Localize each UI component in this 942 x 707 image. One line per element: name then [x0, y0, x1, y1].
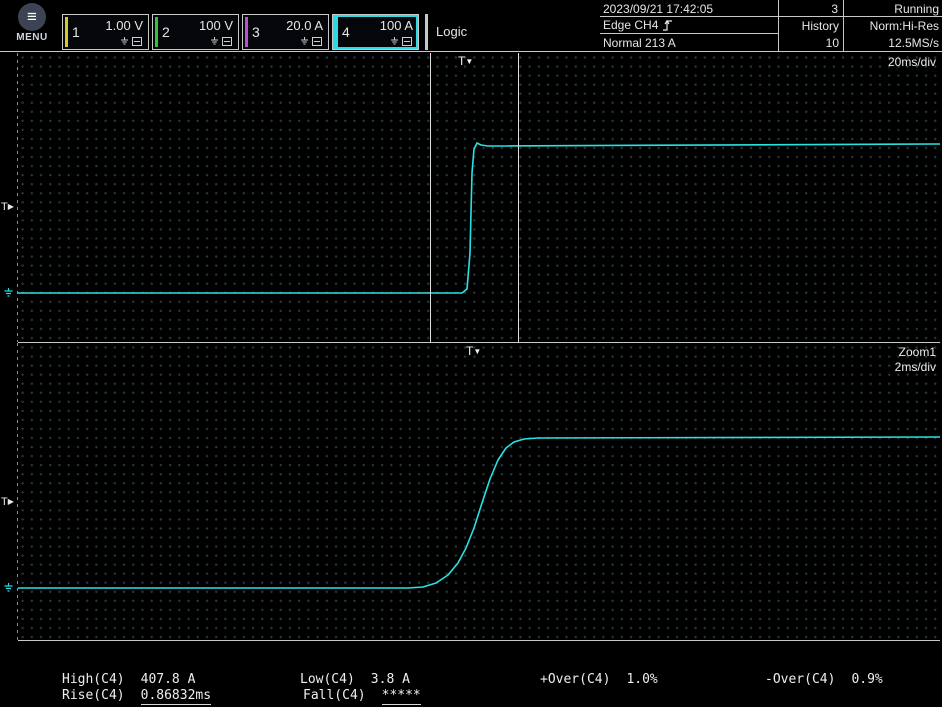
history-value: 10 [782, 36, 839, 50]
hamburger-icon: ≡ [18, 3, 46, 31]
channel-1-scale: 1.00 V [105, 18, 143, 33]
measurement-rise: Rise(C4) 0.86832ms [62, 688, 211, 705]
channel-2-color-bar [155, 17, 158, 47]
measurement-high: High(C4) 407.8 A [62, 672, 195, 687]
channel-4-ground-marker[interactable] [3, 581, 14, 599]
measurement-label: Low(C4) [300, 672, 355, 687]
channel-2-scale: 100 V [199, 18, 233, 33]
channel-1-color-bar [65, 17, 68, 47]
channel-1-box[interactable]: 1 1.00 V [62, 14, 149, 50]
menu-label: MENU [10, 32, 54, 43]
acquisition-count: 3 [778, 2, 838, 16]
status-divider [600, 16, 942, 17]
status-divider [600, 33, 778, 34]
coupling-icon [132, 37, 142, 46]
measurement-neg-overshoot: -Over(C4) 0.9% [765, 672, 883, 687]
main-waveform-panel[interactable]: T▼ T▶ 20ms/div [18, 53, 940, 343]
channel-1-number: 1 [72, 24, 80, 40]
record-mode[interactable]: Norm:Hi-Res [870, 19, 939, 33]
zoom-window-right-cursor[interactable] [518, 53, 519, 342]
channel-4-ground-marker[interactable] [3, 286, 14, 304]
ground-icon [390, 37, 399, 46]
measurement-value: ***** [382, 688, 421, 705]
channel-4-number: 4 [342, 24, 350, 40]
channel-4-color-bar [335, 17, 338, 47]
logic-button[interactable]: Logic [425, 14, 475, 50]
trigger-level-marker[interactable]: T▶ [1, 201, 14, 213]
oscilloscope-screen: ≡ MENU 1 1.00 V 2 100 V [0, 0, 942, 707]
channel-3-color-bar [245, 17, 248, 47]
measurement-fall: Fall(C4) ***** [303, 688, 421, 705]
ground-icon [120, 37, 129, 46]
coupling-icon [312, 37, 322, 46]
coupling-icon [402, 37, 412, 46]
sample-rate: 12.5MS/s [888, 36, 939, 50]
measurement-value: 0.9% [851, 672, 882, 687]
measurement-value: 1.0% [626, 672, 657, 687]
menu-button[interactable]: ≡ MENU [10, 3, 54, 43]
main-waveform-trace [18, 53, 940, 342]
channel-2-number: 2 [162, 24, 170, 40]
channel-list: 1 1.00 V 2 100 V 3 20.0 A [62, 14, 475, 50]
channel-4-box-selected[interactable]: 4 100 A [332, 14, 419, 50]
measurement-low: Low(C4) 3.8 A [300, 672, 410, 687]
measurement-label: Fall(C4) [303, 688, 366, 705]
zoom-label: Zoom1 [899, 345, 936, 359]
channel-3-scale: 20.0 A [286, 18, 323, 33]
measurement-pos-overshoot: +Over(C4) 1.0% [540, 672, 658, 687]
datetime: 2023/09/21 17:42:05 [603, 2, 713, 16]
measurement-label: -Over(C4) [765, 672, 835, 687]
top-bar: ≡ MENU 1 1.00 V 2 100 V [0, 0, 942, 52]
run-state: Running [894, 2, 939, 16]
measurement-value: 0.86832ms [141, 688, 211, 705]
channel-3-number: 3 [252, 24, 260, 40]
zoom-waveform-trace [18, 343, 940, 640]
zoom-waveform-panel[interactable]: T▼ T▶ Zoom1 2ms/div [18, 343, 940, 641]
ground-icon [300, 37, 309, 46]
measurement-label: +Over(C4) [540, 672, 610, 687]
channel-4-scale: 100 A [380, 18, 413, 33]
main-timebase-label: 20ms/div [888, 55, 936, 69]
trigger-type: Edge CH4 [603, 18, 658, 32]
measurement-value: 407.8 A [141, 672, 196, 687]
coupling-icon [222, 37, 232, 46]
measurement-label: Rise(C4) [62, 688, 125, 705]
ground-icon [210, 37, 219, 46]
trigger-mode[interactable]: Normal 213 A [603, 36, 676, 50]
channel-3-box[interactable]: 3 20.0 A [242, 14, 329, 50]
rising-edge-icon [662, 19, 673, 32]
measurement-value: 3.8 A [371, 672, 410, 687]
status-divider [843, 0, 844, 52]
zoom-window-left-cursor[interactable] [430, 53, 431, 342]
zoom-trigger-level-marker[interactable]: T▶ [1, 496, 14, 508]
channel-2-box[interactable]: 2 100 V [152, 14, 239, 50]
right-arrow-icon: ▶ [8, 202, 14, 211]
history-label[interactable]: History [782, 19, 839, 33]
down-arrow-icon: ▼ [465, 57, 473, 66]
zoom-timebase-label: 2ms/div [895, 360, 936, 374]
trigger-position-marker[interactable]: T▼ [458, 54, 473, 68]
measurement-label: High(C4) [62, 672, 125, 687]
status-panel: 2023/09/21 17:42:05 3 Running Edge CH4 N… [600, 0, 942, 52]
trigger-settings[interactable]: Edge CH4 [603, 18, 673, 32]
zoom-trigger-position-marker[interactable]: T▼ [466, 344, 481, 358]
right-arrow-icon: ▶ [8, 497, 14, 506]
down-arrow-icon: ▼ [473, 347, 481, 356]
